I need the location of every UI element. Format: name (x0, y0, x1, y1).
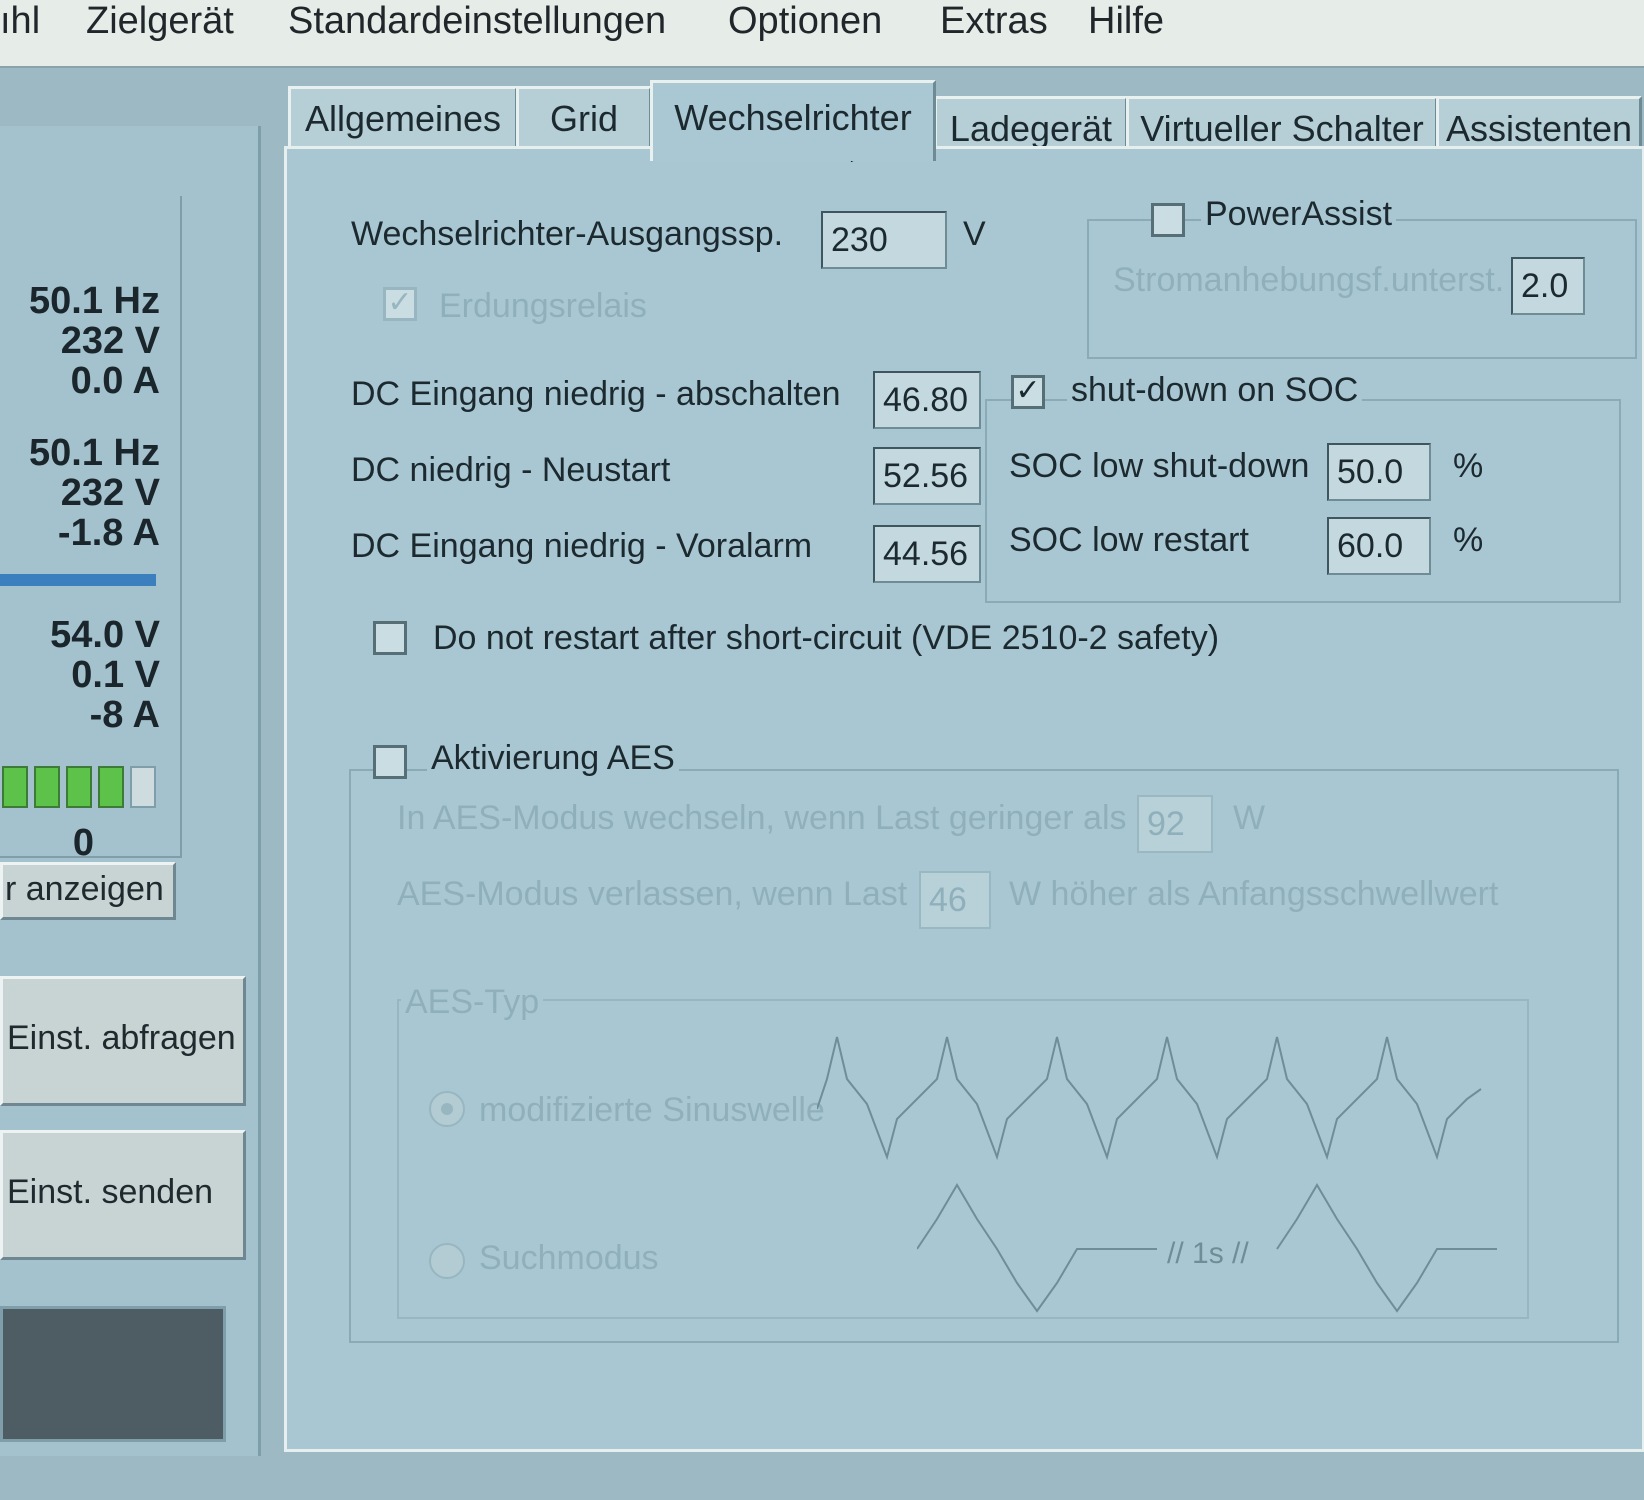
readouts-box: 50.1 Hz 232 V 0.0 A 50.1 Hz 232 V -1.8 A… (0, 196, 182, 908)
soc-shutdown-checkbox[interactable]: ✓ (1011, 375, 1045, 409)
dc-low-prealarm-label: DC Eingang niedrig - Voralarm (351, 527, 813, 565)
soc-shutdown-label: shut-down on SOC (1067, 371, 1363, 410)
menu-optionen[interactable]: Optionen (728, 0, 882, 43)
soc-low-shutdown-input[interactable] (1327, 443, 1431, 501)
boost-factor-label: Stromanhebungsf.unterst. (1113, 261, 1505, 299)
counter-a: 0 (72, 822, 94, 864)
send-settings-button[interactable]: Einst. senden (0, 1130, 246, 1260)
dc-voltage: 54.0 V (50, 614, 160, 656)
output-voltage-unit: V (963, 215, 986, 253)
aes-leave-suffix: W höher als Anfangsschwellwert (1009, 875, 1499, 913)
boost-factor-input[interactable] (1511, 257, 1585, 315)
dc-low-restart-input[interactable] (873, 447, 981, 505)
dc-low-shutdown-input[interactable] (873, 371, 981, 429)
charge-cell-1 (2, 766, 28, 808)
aes-enter-unit: W (1233, 799, 1266, 837)
powerassist-label: PowerAssist (1201, 195, 1397, 234)
aes-leave-input[interactable] (919, 871, 991, 929)
aes-enter-label: In AES-Modus wechseln, wenn Last geringe… (397, 799, 1127, 837)
aes-enter-input[interactable] (1137, 795, 1213, 853)
tab-grid[interactable]: Grid (516, 86, 652, 149)
tab-wechselrichter[interactable]: Wechselrichter (650, 80, 936, 161)
output-frequency: 50.1 Hz (29, 432, 160, 474)
dc-ripple: 0.1 V (71, 654, 160, 696)
no-restart-checkbox[interactable] (373, 621, 407, 655)
output-current: -1.8 A (57, 512, 160, 554)
show-button[interactable]: r anzeigen (0, 862, 176, 920)
menu-hilfe[interactable]: Hilfe (1088, 0, 1164, 43)
aes-checkbox[interactable] (373, 745, 407, 779)
output-voltage-label: Wechselrichter-Ausgangssp. (351, 215, 784, 253)
menu-extras[interactable]: Extras (940, 0, 1048, 43)
option-search-mode-label: Suchmodus (479, 1239, 659, 1277)
search-interval-label: // 1s // (1167, 1237, 1249, 1270)
inverter-settings-panel: Wechselrichter-Ausgangssp. V ✓ Erdungsre… (284, 146, 1644, 1452)
tab-allgemeines[interactable]: Allgemeines (288, 86, 518, 149)
option-modified-sine-label: modifizierte Sinuswelle (479, 1091, 825, 1129)
soc-low-restart-input[interactable] (1327, 517, 1431, 575)
input-voltage: 232 V (60, 320, 160, 362)
soc-low-shutdown-unit: % (1453, 447, 1484, 485)
charge-cell-2 (34, 766, 60, 808)
device-image (0, 1306, 226, 1442)
input-current: 0.0 A (70, 360, 160, 402)
aes-label: Aktivierung AES (427, 739, 679, 778)
menu-standardeinstellungen[interactable]: Standardeinstellungen (288, 0, 666, 43)
dc-low-restart-label: DC niedrig - Neustart (351, 451, 671, 489)
query-settings-button[interactable]: Einst. abfragen (0, 976, 246, 1106)
radio-search-mode[interactable] (429, 1243, 465, 1279)
output-voltage-input[interactable] (821, 211, 947, 269)
output-voltage: 232 V (60, 472, 160, 514)
status-panel: 50.1 Hz 232 V 0.0 A 50.1 Hz 232 V -1.8 A… (0, 126, 261, 1456)
radio-modified-sine[interactable] (429, 1091, 465, 1127)
input-frequency: 50.1 Hz (29, 280, 160, 322)
output-load-bar (0, 574, 156, 586)
aes-type-label: AES-Typ (401, 983, 544, 1022)
aes-leave-label: AES-Modus verlassen, wenn Last (397, 875, 908, 913)
powerassist-checkbox[interactable] (1151, 203, 1185, 237)
charge-cell-3 (66, 766, 92, 808)
ground-relay-label: Erdungsrelais (439, 287, 647, 325)
menu-auswahl[interactable]: ıhl (0, 0, 40, 43)
soc-low-shutdown-label: SOC low shut-down (1009, 447, 1310, 485)
dc-low-prealarm-input[interactable] (873, 525, 981, 583)
soc-group (985, 399, 1621, 603)
menu-bar: ıhl Zielgerät Standardeinstellungen Opti… (0, 0, 1644, 68)
dc-current: -8 A (89, 694, 160, 736)
dc-low-shutdown-label: DC Eingang niedrig - abschalten (351, 375, 841, 413)
ground-relay-checkbox[interactable]: ✓ (383, 287, 417, 321)
no-restart-label: Do not restart after short-circuit (VDE … (433, 619, 1220, 657)
menu-zielgeraet[interactable]: Zielgerät (86, 0, 234, 43)
charge-cell-4 (98, 766, 124, 808)
modified-sine-wave-icon (817, 1036, 1482, 1161)
soc-low-restart-label: SOC low restart (1009, 521, 1249, 559)
charge-cell-5 (130, 766, 156, 808)
soc-low-restart-unit: % (1453, 521, 1484, 559)
